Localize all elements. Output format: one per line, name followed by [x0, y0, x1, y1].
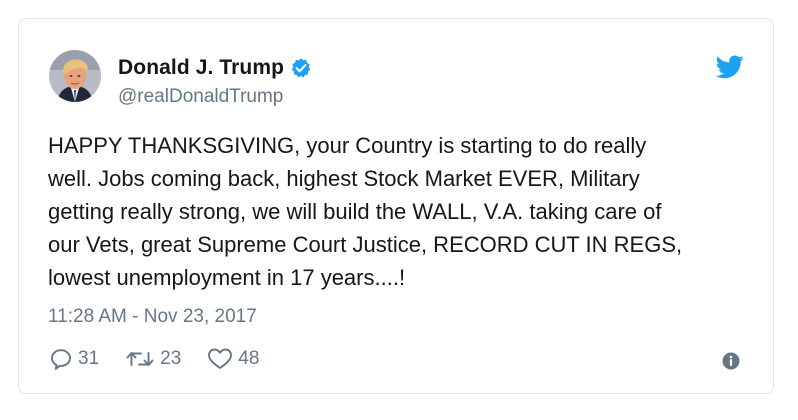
avatar[interactable] [49, 50, 101, 102]
retweet-icon [126, 352, 154, 366]
retweet-count: 23 [160, 348, 182, 369]
twitter-bird-icon[interactable] [716, 55, 744, 79]
reply-button[interactable]: 31 [49, 347, 99, 371]
reply-count: 31 [78, 348, 100, 369]
like-count: 48 [238, 348, 260, 369]
retweet-button[interactable]: 23 [125, 347, 181, 371]
heart-icon [208, 348, 233, 369]
verified-badge-icon [291, 58, 311, 78]
author-handle[interactable]: @realDonaldTrump [118, 86, 283, 108]
info-icon[interactable] [722, 352, 740, 370]
tweet-timestamp[interactable]: 11:28 AM - Nov 23, 2017 [48, 306, 257, 328]
tweet-text: HAPPY THANKSGIVING, your Country is star… [48, 133, 683, 290]
like-button[interactable]: 48 [207, 347, 259, 371]
author-row: Donald J. Trump [118, 56, 312, 80]
tweet-card: Donald J. Trump @realDonaldTrump HAPPY T… [18, 18, 774, 394]
tweet-actions: 31 23 48 [49, 347, 285, 371]
author-name[interactable]: Donald J. Trump [118, 56, 284, 80]
reply-icon [51, 349, 71, 370]
